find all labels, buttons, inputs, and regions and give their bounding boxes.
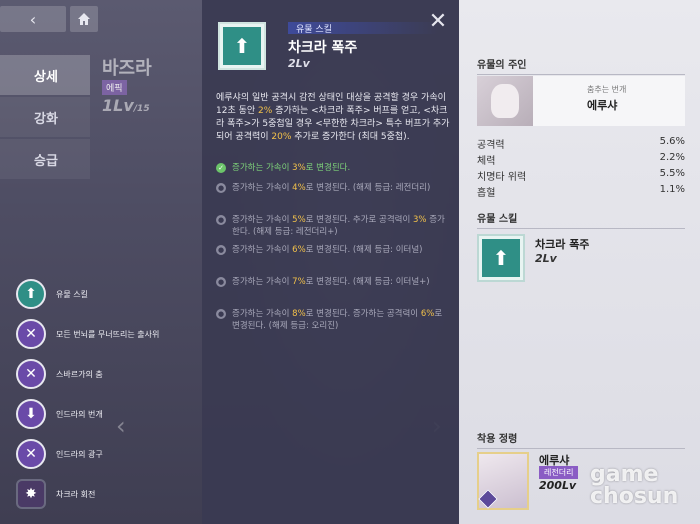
skill-label: 모든 번뇌를 무너뜨리는 출사위: [56, 329, 160, 339]
crossed-swords-icon: ✕: [16, 439, 46, 469]
tier-line: ● 증가하는 가속이 4%로 변경된다. (해제 등급: 레전더리): [216, 182, 452, 194]
popup-skill-icon-frame: ⬆: [218, 22, 266, 70]
skill-list: ⬆ 유물 스킬 ✕ 모든 번뇌를 무너뜨리는 출사위 ✕ 스바르가의 춤 ⬇ 인…: [16, 274, 216, 514]
skill-row-1[interactable]: ✕ 모든 번뇌를 무너뜨리는 출사위: [16, 314, 216, 354]
character-name: 바즈라: [102, 58, 152, 79]
lock-icon: ●: [216, 277, 226, 287]
tier-text: 증가하는 가속이 7%로 변경된다. (해제 등급: 이터널+): [232, 277, 430, 287]
stat-row: 치명타 위력 5.5%: [477, 168, 685, 183]
popup-description: 에루샤의 일반 공격시 감전 상태인 대상을 공격할 경우 가속이 12초 동안…: [216, 93, 450, 142]
nav-item-enhance[interactable]: 강화: [0, 97, 90, 137]
home-button[interactable]: [70, 6, 98, 32]
relic-skill-icon: ⬆: [223, 27, 261, 65]
owner-subtitle: 춤추는 번개: [587, 85, 627, 94]
relic-info-panel: 유물의 주인 춤추는 번개 에루샤 공격력 5.6% 체력 2.2% 치명타 위력 5…: [459, 0, 700, 524]
skill-row-relic[interactable]: ⬆ 유물 스킬: [16, 274, 216, 314]
relic-skill-icon-frame[interactable]: ⬆: [477, 234, 525, 282]
owner-text: 춤추는 번개 에루샤: [587, 84, 626, 113]
check-icon: ✓: [216, 163, 226, 173]
tier-line: ● 증가하는 가속이 8%로 변경된다. 증가하는 공격력이 6%로 변경된다. …: [216, 308, 452, 332]
nav-item-detail[interactable]: 상세: [0, 55, 90, 95]
relic-skill-level: 2Lv: [535, 252, 557, 265]
tier-line: ✓ 증가하는 가속이 3%로 변경된다.: [216, 162, 452, 174]
owner-section-title: 유물의 주인: [477, 56, 685, 75]
left-arrow-icon[interactable]: ‹: [116, 412, 126, 440]
owner-card[interactable]: 춤추는 번개 에루샤: [477, 76, 685, 126]
skill-label: 스바르가의 춤: [56, 369, 103, 379]
top-bar: ‹: [0, 6, 98, 32]
tier-text: 증가하는 가속이 6%로 변경된다. (해제 등급: 이터널): [232, 245, 423, 255]
back-button[interactable]: ‹: [0, 6, 66, 32]
relic-skill-icon: ⬆: [16, 279, 46, 309]
character-level: 1Lv/15: [102, 96, 150, 115]
tier-line: ● 증가하는 가속이 5%로 변경된다. 추가로 공격력이 3% 증가한다. (해…: [216, 214, 452, 238]
home-icon: [78, 13, 90, 25]
stat-row: 체력 2.2%: [477, 152, 685, 167]
owner-portrait: [477, 76, 533, 126]
skill-label: 차크라 회전: [56, 489, 96, 499]
lock-icon: ●: [216, 183, 226, 193]
back-arrow-icon: ‹: [29, 9, 37, 29]
popup-title: 차크라 폭주: [288, 40, 358, 56]
stat-row: 흡혈 1.1%: [477, 184, 685, 199]
spirit-level: 200Lv: [539, 479, 577, 492]
relic-skill-name: 차크라 폭주: [535, 238, 590, 251]
watermark-logo: game chosun: [590, 462, 679, 509]
burst-icon: ✸: [16, 479, 46, 509]
popup-category: 유물 스킬: [288, 22, 438, 35]
tier-text: 증가하는 가속이 5%로 변경된다. 추가로 공격력이 3% 증가한다. (해제…: [232, 215, 445, 237]
lock-icon: ●: [216, 245, 226, 255]
tier-text: 증가하는 가속이 8%로 변경된다. 증가하는 공격력이 6%로 변경된다. (…: [232, 309, 443, 331]
left-nav: 상세 강화 승급: [0, 55, 90, 181]
stat-row: 공격력 5.6%: [477, 136, 685, 151]
skill-label: 유물 스킬: [56, 289, 88, 299]
lock-icon: ●: [216, 215, 226, 225]
relic-skill-icon: ⬆: [482, 239, 520, 277]
owner-name: 에루샤: [587, 99, 618, 112]
skill-label: 인드라의 광구: [56, 449, 103, 459]
tier-text: 증가하는 가속이 4%로 변경된다. (해제 등급: 레전더리): [232, 183, 431, 193]
skill-label: 인드라의 번개: [56, 409, 103, 419]
tier-text: 증가하는 가속이 3%로 변경된다.: [232, 163, 351, 173]
spirit-section-title: 착용 정령: [477, 430, 685, 449]
popup-level: 2Lv: [288, 57, 310, 70]
spirit-grade-badge: 레전더리: [539, 466, 579, 479]
nav-item-promote[interactable]: 승급: [0, 139, 90, 179]
crossed-swords-icon: ✕: [16, 359, 46, 389]
close-icon[interactable]: ✕: [428, 11, 448, 33]
crossed-swords-icon: ✕: [16, 319, 46, 349]
tier-line: ● 증가하는 가속이 6%로 변경된다. (해제 등급: 이터널): [216, 244, 452, 256]
lock-icon: ●: [216, 309, 226, 319]
skill-row-2[interactable]: ✕ 스바르가의 춤: [16, 354, 216, 394]
down-arrow-icon: ⬇: [16, 399, 46, 429]
skill-detail-popup: ⬆ 유물 스킬 차크라 폭주 2Lv ✕ 에루샤의 일반 공격시 감전 상태인 …: [202, 0, 524, 524]
grade-badge: 에픽: [102, 80, 127, 95]
skill-row-4[interactable]: ✕ 인드라의 광구: [16, 434, 216, 474]
relic-skill-section-title: 유물 스킬: [477, 210, 685, 229]
tier-line: ● 증가하는 가속이 7%로 변경된다. (해제 등급: 이터널+): [216, 276, 452, 288]
skill-row-5[interactable]: ✸ 차크라 회전: [16, 474, 216, 514]
